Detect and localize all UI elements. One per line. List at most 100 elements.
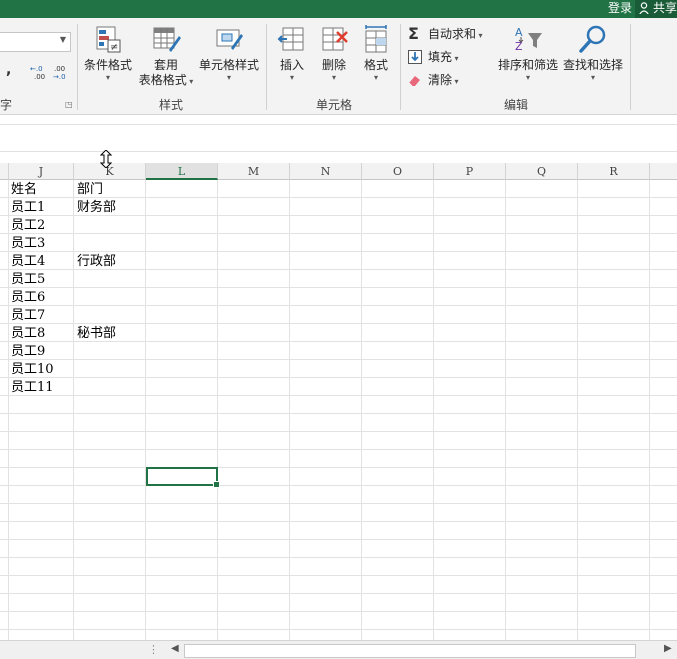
- dialog-launcher-icon[interactable]: ◳: [65, 100, 73, 109]
- gridline: [361, 180, 362, 640]
- resize-cursor-icon: [100, 150, 112, 168]
- gridline: [0, 287, 677, 288]
- format-as-table-label-1: 套用: [153, 58, 178, 72]
- share-button[interactable]: 共享: [635, 0, 677, 18]
- column-header-partial[interactable]: [0, 163, 9, 180]
- login-link[interactable]: 登录: [608, 0, 632, 18]
- cell-name[interactable]: 员工10: [11, 360, 54, 378]
- clear-button[interactable]: 清除 ▾: [406, 70, 459, 90]
- increase-decimal-button[interactable]: ←.0.00: [30, 64, 48, 81]
- gridline: [0, 485, 677, 486]
- comma-style-button[interactable]: ,: [6, 62, 11, 78]
- sort-filter-label: 排序和筛选: [497, 58, 558, 72]
- group-separator: [77, 24, 78, 110]
- svg-text:←.0: ←.0: [30, 65, 43, 73]
- autosum-button[interactable]: Σ 自动求和 ▾: [406, 24, 483, 44]
- cell-department[interactable]: 行政部: [77, 252, 116, 270]
- decrease-decimal-button[interactable]: .00 →.0: [53, 64, 71, 81]
- gridline: [0, 521, 677, 522]
- formula-bar[interactable]: [0, 124, 677, 152]
- column-header-o[interactable]: O: [362, 163, 434, 180]
- chevron-down-icon: ▾: [525, 73, 530, 82]
- fill-handle[interactable]: [213, 481, 220, 488]
- cell-name[interactable]: 员工8: [11, 324, 45, 342]
- column-header-l[interactable]: L: [146, 163, 218, 180]
- increase-decimal-icon: ←.0.00: [30, 65, 45, 81]
- svg-text:.00: .00: [34, 73, 45, 80]
- format-as-table-icon: [153, 27, 181, 52]
- cell-department[interactable]: 秘书部: [77, 324, 116, 342]
- cell-styles-button[interactable]: 单元格样式 ▾: [196, 24, 262, 83]
- gridline: [0, 359, 677, 360]
- cell-name[interactable]: 员工4: [11, 252, 45, 270]
- gridline: [0, 611, 677, 612]
- column-header-partial[interactable]: [650, 163, 677, 180]
- horizontal-scrollbar[interactable]: ⋮ ◀ ▶: [0, 640, 677, 659]
- cell-styles-label: 单元格样式: [198, 58, 259, 72]
- column-header-m[interactable]: M: [218, 163, 290, 180]
- column-header-p[interactable]: P: [434, 163, 506, 180]
- format-as-table-label-2: 表格格式: [138, 73, 187, 87]
- autosum-label: 自动求和: [428, 27, 477, 41]
- tab-split-handle[interactable]: ⋮: [148, 643, 159, 656]
- decrease-decimal-icon: .00→.0: [53, 65, 66, 81]
- insert-button[interactable]: 插入 ▾: [272, 24, 312, 83]
- chevron-down-icon: ▾: [331, 73, 336, 82]
- cell-name[interactable]: 员工2: [11, 216, 45, 234]
- conditional-format-button[interactable]: ≠ 条件格式 ▾: [80, 24, 136, 83]
- fill-label: 填充: [428, 50, 453, 64]
- insert-cells-icon: [277, 27, 304, 51]
- number-format-dropdown[interactable]: ▼: [0, 32, 71, 52]
- cell-name[interactable]: 员工6: [11, 288, 45, 306]
- format-button[interactable]: 格式 ▾: [356, 24, 396, 83]
- find-select-button[interactable]: 查找和选择 ▾: [561, 24, 625, 83]
- magnifier-icon: [579, 25, 606, 53]
- cell-name[interactable]: 员工7: [11, 306, 45, 324]
- gridline: [0, 233, 677, 234]
- column-header-j[interactable]: J: [9, 163, 74, 180]
- cell-department[interactable]: 财务部: [77, 198, 116, 216]
- delete-button[interactable]: 删除 ▾: [314, 24, 354, 83]
- fill-button[interactable]: 填充 ▾: [406, 47, 459, 67]
- column-header-n[interactable]: N: [290, 163, 362, 180]
- cell-name[interactable]: 姓名: [11, 180, 37, 198]
- cell-name[interactable]: 员工9: [11, 342, 45, 360]
- worksheet-grid[interactable]: 姓名 部门 员工1 财务部 员工2 员工3 员工4 行政部 员工5 员工6 员工…: [0, 180, 677, 640]
- delete-label: 删除: [321, 58, 346, 72]
- cell-department[interactable]: 部门: [77, 180, 103, 198]
- svg-text:.00: .00: [54, 65, 65, 73]
- cell-name[interactable]: 员工11: [11, 378, 54, 396]
- cell-name[interactable]: 员工3: [11, 234, 45, 252]
- sort-filter-button[interactable]: AZ 排序和筛选 ▾: [496, 24, 560, 83]
- scroll-right-arrow-icon[interactable]: ▶: [664, 643, 672, 654]
- scrollbar-track[interactable]: [184, 644, 636, 658]
- column-header-r[interactable]: R: [578, 163, 650, 180]
- gridline: [0, 593, 677, 594]
- gridline: [145, 180, 146, 640]
- gridline: [505, 180, 506, 640]
- cell-name[interactable]: 员工5: [11, 270, 45, 288]
- conditional-format-label: 条件格式: [83, 58, 132, 72]
- column-header-q[interactable]: Q: [506, 163, 578, 180]
- user-icon: [639, 2, 649, 14]
- active-cell-selection[interactable]: [146, 467, 220, 488]
- gridline: [0, 413, 677, 414]
- chevron-down-icon: ▾: [452, 54, 459, 63]
- chevron-down-icon: ▾: [186, 77, 194, 86]
- chevron-down-icon: ▾: [452, 77, 459, 86]
- cells-group-label: 单元格: [316, 98, 353, 112]
- insert-label: 插入: [279, 58, 304, 72]
- svg-text:→.0: →.0: [53, 73, 66, 80]
- gridline: [0, 449, 677, 450]
- scroll-left-arrow-icon[interactable]: ◀: [171, 643, 179, 654]
- delete-cells-icon: [322, 27, 348, 51]
- svg-text:Z: Z: [515, 40, 523, 53]
- format-as-table-button[interactable]: 套用 表格格式 ▾: [136, 24, 196, 89]
- editing-group-label: 编辑: [504, 98, 529, 112]
- gridline: [289, 180, 290, 640]
- cell-name[interactable]: 员工1: [11, 198, 45, 216]
- gridline: [577, 180, 578, 640]
- clear-label: 清除: [428, 73, 453, 87]
- title-bar: 登录 共享: [0, 0, 677, 18]
- gridline: [0, 503, 677, 504]
